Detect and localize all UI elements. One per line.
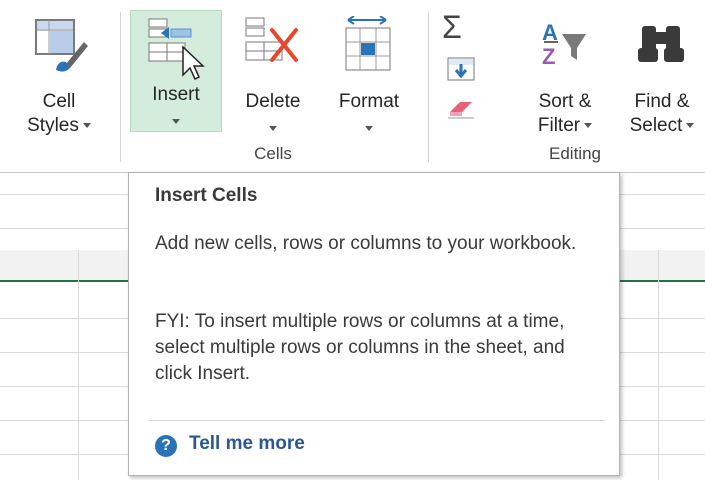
delete-button[interactable]: Delete bbox=[226, 8, 320, 138]
insert-label: Insert bbox=[152, 84, 200, 105]
autosum-icon: Σ bbox=[442, 9, 462, 45]
sort-filter-label-1: Sort & bbox=[538, 91, 592, 112]
gridline bbox=[78, 250, 79, 480]
svg-text:Z: Z bbox=[542, 44, 555, 69]
help-icon[interactable]: ? bbox=[155, 435, 177, 457]
tooltip-title: Insert Cells bbox=[155, 185, 258, 206]
chevron-down-icon bbox=[365, 126, 373, 131]
insert-cells-icon bbox=[141, 17, 211, 89]
sort-filter-icon: A Z bbox=[530, 16, 600, 82]
tell-me-more-link[interactable]: Tell me more bbox=[189, 433, 305, 455]
find-select-label-1: Find & bbox=[634, 91, 690, 112]
binoculars-icon bbox=[632, 16, 692, 82]
tooltip-divider bbox=[149, 420, 605, 421]
eraser-icon bbox=[448, 102, 474, 119]
format-cells-icon bbox=[334, 15, 404, 82]
find-select-label-2: Select bbox=[629, 115, 683, 136]
cell-styles-label-1: Cell bbox=[42, 91, 76, 112]
ribbon: Cell Styles Insert Delete Format Σ A Z S… bbox=[0, 0, 705, 172]
tooltip-fyi: FYI: To insert multiple rows or columns … bbox=[155, 311, 565, 384]
clear-button[interactable] bbox=[446, 96, 506, 126]
format-button[interactable]: Format bbox=[322, 8, 416, 138]
insert-button[interactable]: Insert bbox=[130, 10, 222, 132]
find-select-button[interactable]: Find & Select bbox=[612, 8, 705, 138]
cell-styles-label-2: Styles bbox=[27, 115, 79, 136]
ribbon-separator bbox=[120, 12, 121, 162]
cell-styles-button[interactable]: Cell Styles bbox=[4, 8, 114, 138]
sort-filter-label-2: Filter bbox=[537, 115, 581, 136]
delete-cells-icon bbox=[238, 16, 308, 82]
cell-styles-icon bbox=[28, 16, 90, 82]
format-label: Format bbox=[338, 91, 400, 112]
chevron-down-icon bbox=[269, 126, 277, 131]
ribbon-separator bbox=[428, 12, 429, 162]
gridline bbox=[658, 250, 659, 480]
chevron-down-icon bbox=[82, 123, 91, 129]
fill-down-icon bbox=[447, 57, 475, 81]
group-label-cells: Cells bbox=[254, 144, 292, 163]
chevron-down-icon bbox=[584, 123, 593, 129]
group-label-editing: Editing bbox=[549, 144, 601, 163]
autosum-button[interactable]: Σ bbox=[442, 10, 502, 44]
insert-cells-tooltip: Insert Cells Add new cells, rows or colu… bbox=[128, 172, 620, 476]
chevron-down-icon bbox=[686, 123, 695, 129]
tooltip-description: Add new cells, rows or columns to your w… bbox=[155, 233, 577, 254]
fill-button[interactable] bbox=[446, 56, 506, 86]
chevron-down-icon bbox=[172, 119, 180, 124]
delete-label: Delete bbox=[245, 91, 301, 112]
sort-filter-button[interactable]: A Z Sort & Filter bbox=[520, 8, 610, 138]
